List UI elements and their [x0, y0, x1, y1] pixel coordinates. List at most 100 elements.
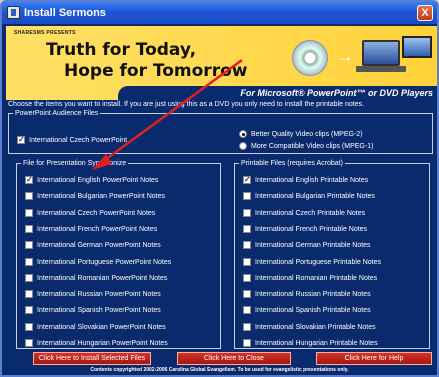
printable-checkbox-row[interactable]: International Czech Printable Notes: [243, 208, 428, 219]
printable-checkbox-row[interactable]: International Bulgarian Printable Notes: [243, 191, 428, 202]
presentation-checkbox-row[interactable]: International Romanian PowerPoint Notes: [25, 273, 210, 284]
presentation-checkbox-row[interactable]: International Hungarian PowerPoint Notes: [25, 338, 210, 349]
checkbox-label: International Bulgarian Printable Notes: [255, 193, 375, 201]
checkbox-box[interactable]: [243, 339, 251, 347]
checkbox-box[interactable]: [25, 306, 33, 315]
radio-button[interactable]: [239, 142, 247, 150]
printable-checkbox-row[interactable]: International Russian Printable Notes: [243, 289, 428, 300]
checkbox-box[interactable]: [25, 257, 33, 266]
checkbox-label: International English Printable Notes: [255, 177, 369, 184]
presentation-files-group: File for Presentation Synchronize Intern…: [16, 160, 221, 349]
checkbox-label: International German PowerPoint Notes: [37, 242, 161, 250]
instructions-text: Choose the items you want to install. If…: [8, 101, 365, 108]
checkbox-box[interactable]: [243, 174, 251, 185]
close-button[interactable]: Click Here to Close: [177, 352, 291, 365]
printable-checkbox-row[interactable]: International English Printable Notes: [243, 174, 428, 186]
checkbox-box[interactable]: [25, 339, 33, 347]
checkbox-box[interactable]: [25, 322, 33, 331]
laptop-base: [356, 66, 406, 72]
header-banner: SHARESMS PRESENTS Truth for Today, Hope …: [6, 26, 437, 100]
checkbox-label: International Russian PowerPoint Notes: [37, 291, 161, 299]
checkbox-box[interactable]: [25, 290, 33, 299]
checkbox-box[interactable]: [25, 208, 33, 217]
copyright-footer: Contents copyrighted 2002-2006 Carolina …: [90, 367, 349, 373]
checkbox-box[interactable]: [25, 224, 33, 233]
printable-files-legend: Printable Files (requires Acrobat): [241, 160, 343, 167]
checkbox-box[interactable]: [25, 192, 33, 201]
install-sermons-window: Install Sermons X SHARESMS PRESENTS Trut…: [0, 0, 439, 377]
radio-label: More Compatible Video clips (MPEG-1): [251, 143, 374, 150]
checkbox-box[interactable]: [243, 241, 251, 250]
audience-files-legend: PowerPoint Audience Files: [15, 110, 99, 117]
checkbox-box[interactable]: [243, 224, 251, 233]
laptop-icon: [362, 40, 400, 66]
checkbox-label: International English PowerPoint Notes: [37, 177, 159, 184]
presentation-checkbox-row[interactable]: International Czech PowerPoint Notes: [25, 208, 210, 219]
presentation-checkbox-row[interactable]: International French PowerPoint Notes: [25, 224, 210, 235]
presentation-checkbox-row[interactable]: International Portuguese PowerPoint Note…: [25, 257, 210, 268]
printable-checkbox-row[interactable]: International German Printable Notes: [243, 240, 428, 251]
printable-checkbox-row[interactable]: International Romanian Printable Notes: [243, 273, 428, 284]
printable-files-group: Printable Files (requires Acrobat) Inter…: [234, 160, 430, 349]
checkbox-box[interactable]: [17, 134, 25, 145]
checkbox-label: International Romanian Printable Notes: [255, 274, 378, 282]
presentation-checkbox-row[interactable]: International German PowerPoint Notes: [25, 240, 210, 251]
checkbox-label: International Slovakian PowerPoint Notes: [37, 323, 166, 331]
presentation-files-legend: File for Presentation Synchronize: [23, 160, 127, 167]
checkbox-box[interactable]: [243, 208, 251, 217]
banner-title-line1: Truth for Today,: [46, 40, 197, 60]
checkbox-box[interactable]: [243, 290, 251, 299]
checkbox-label: International Hungarian Printable Notes: [255, 340, 378, 347]
radio-mpeg1[interactable]: More Compatible Video clips (MPEG-1): [239, 141, 419, 152]
checkbox-box[interactable]: [243, 322, 251, 331]
printable-checkbox-row[interactable]: International French Printable Notes: [243, 224, 428, 235]
radio-button[interactable]: [239, 130, 247, 138]
checkbox-box[interactable]: [25, 241, 33, 250]
help-button[interactable]: Click Here for Help: [316, 352, 432, 365]
presentation-checkbox-row[interactable]: International Slovakian PowerPoint Notes: [25, 322, 210, 333]
title-bar[interactable]: Install Sermons X: [2, 2, 437, 24]
checkbox-box[interactable]: [243, 273, 251, 282]
checkbox-label: International German Printable Notes: [255, 242, 371, 250]
checkbox-box[interactable]: [243, 192, 251, 201]
arrow-right-icon: →: [336, 46, 354, 66]
install-button[interactable]: Click Here to Install Selected Files: [33, 352, 151, 365]
checkbox-label: International Russian Printable Notes: [255, 291, 371, 299]
checkbox-label: International Spanish PowerPoint Notes: [37, 307, 161, 315]
checkbox-box[interactable]: [25, 174, 33, 185]
printable-checkbox-row[interactable]: International Slovakian Printable Notes: [243, 322, 428, 333]
banner-presents: SHARESMS PRESENTS: [14, 30, 76, 36]
banner-title-line2: Hope for Tomorrow: [64, 61, 248, 81]
banner-subtitle: For Microsoft® PowerPoint™ or DVD Player…: [118, 86, 437, 100]
radio-label: Better Quality Video clips (MPEG-2): [251, 131, 363, 138]
tv-icon: [402, 36, 432, 58]
audience-files-group: PowerPoint Audience Files International …: [8, 110, 433, 154]
checkbox-label: International Portuguese PowerPoint Note…: [37, 258, 172, 266]
app-icon: [7, 6, 20, 19]
checkbox-label: International Romanian PowerPoint Notes: [37, 274, 168, 282]
checkbox-label: International Slovakian Printable Notes: [255, 323, 376, 331]
checkbox-label: International French PowerPoint Notes: [37, 225, 158, 233]
printable-checkbox-row[interactable]: International Spanish Printable Notes: [243, 305, 428, 316]
window-title: Install Sermons: [24, 7, 106, 19]
presentation-checkbox-row[interactable]: International Russian PowerPoint Notes: [25, 289, 210, 300]
printable-checkbox-row[interactable]: International Portuguese Printable Notes: [243, 257, 428, 268]
checkbox-label: International Czech PowerPoint: [29, 137, 128, 144]
checkbox-label: International Portuguese Printable Notes: [255, 258, 382, 266]
checkbox-label: International Czech Printable Notes: [255, 209, 366, 217]
checkbox-audience-czech[interactable]: International Czech PowerPoint: [17, 134, 207, 146]
checkbox-label: International Czech PowerPoint Notes: [37, 209, 156, 217]
checkbox-box[interactable]: [243, 306, 251, 315]
checkbox-label: International Hungarian PowerPoint Notes: [37, 340, 168, 347]
checkbox-box[interactable]: [243, 257, 251, 266]
presentation-checkbox-row[interactable]: International Spanish PowerPoint Notes: [25, 305, 210, 316]
presentation-checkbox-row[interactable]: International Bulgarian PowerPoint Notes: [25, 191, 210, 202]
checkbox-label: International Spanish Printable Notes: [255, 307, 371, 315]
close-icon[interactable]: X: [417, 5, 433, 21]
checkbox-box[interactable]: [25, 273, 33, 282]
checkbox-label: International French Printable Notes: [255, 225, 368, 233]
dvd-disc-icon: [292, 40, 328, 76]
radio-mpeg2[interactable]: Better Quality Video clips (MPEG-2): [239, 129, 419, 140]
presentation-checkbox-row[interactable]: International English PowerPoint Notes: [25, 174, 210, 186]
printable-checkbox-row[interactable]: International Hungarian Printable Notes: [243, 338, 428, 349]
